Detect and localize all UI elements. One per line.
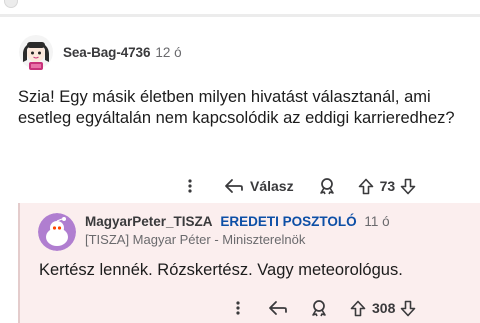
more-options-button[interactable] xyxy=(229,301,247,315)
upvote-arrow-icon xyxy=(350,300,366,316)
comment-actions: Válasz 73 xyxy=(181,175,416,197)
comment-author[interactable]: Sea-Bag-4736 xyxy=(63,45,150,60)
reply-button[interactable]: Válasz xyxy=(224,178,294,194)
comment-header: Sea-Bag-4736 12 ó xyxy=(18,32,182,72)
reply-label: Válasz xyxy=(250,178,294,194)
op-badge: EREDETI POSZTOLÓ xyxy=(220,214,357,229)
reply-header: MagyarPeter_TISZA EREDETI POSZTOLÓ 11 ó … xyxy=(38,213,390,251)
reply-meta: MagyarPeter_TISZA EREDETI POSZTOLÓ 11 ó … xyxy=(85,214,390,249)
reply-button[interactable] xyxy=(268,300,288,316)
more-vertical-icon xyxy=(236,301,240,315)
comment-timestamp: 12 ó xyxy=(155,44,182,60)
partial-avatar xyxy=(4,0,18,8)
reply-comment: MagyarPeter_TISZA EREDETI POSZTOLÓ 11 ó … xyxy=(18,203,480,323)
award-icon xyxy=(319,178,334,195)
downvote-arrow-icon xyxy=(401,300,416,316)
vote-score: 73 xyxy=(379,178,396,194)
award-button[interactable] xyxy=(318,177,336,195)
more-vertical-icon xyxy=(188,179,192,193)
downvote-arrow-icon xyxy=(400,178,416,194)
reply-timestamp: 11 ó xyxy=(364,214,390,229)
upvote-button[interactable] xyxy=(350,300,366,317)
divider xyxy=(0,14,480,17)
reply-arrow-icon xyxy=(269,301,287,315)
user-flair: [TISZA] Magyar Péter - Miniszterelnök xyxy=(85,232,306,247)
reply-body: Kertész lennék. Rózskertész. Vagy meteor… xyxy=(39,261,403,279)
downvote-button[interactable] xyxy=(400,178,416,195)
reply-author[interactable]: MagyarPeter_TISZA xyxy=(85,214,213,229)
award-button[interactable] xyxy=(310,299,328,317)
previous-content-strip xyxy=(0,0,480,14)
reply-user-avatar[interactable] xyxy=(38,213,76,251)
comment-body: Szia! Egy másik életben milyen hivatást … xyxy=(18,88,455,127)
vote-score: 308 xyxy=(372,300,396,316)
more-options-button[interactable] xyxy=(181,179,199,193)
upvote-button[interactable] xyxy=(358,178,374,195)
reply-actions: 308 xyxy=(229,297,416,319)
user-avatar[interactable] xyxy=(18,32,54,72)
upvote-arrow-icon xyxy=(358,178,373,194)
downvote-button[interactable] xyxy=(400,300,416,317)
reply-arrow-icon xyxy=(225,179,243,193)
award-icon xyxy=(312,300,326,317)
